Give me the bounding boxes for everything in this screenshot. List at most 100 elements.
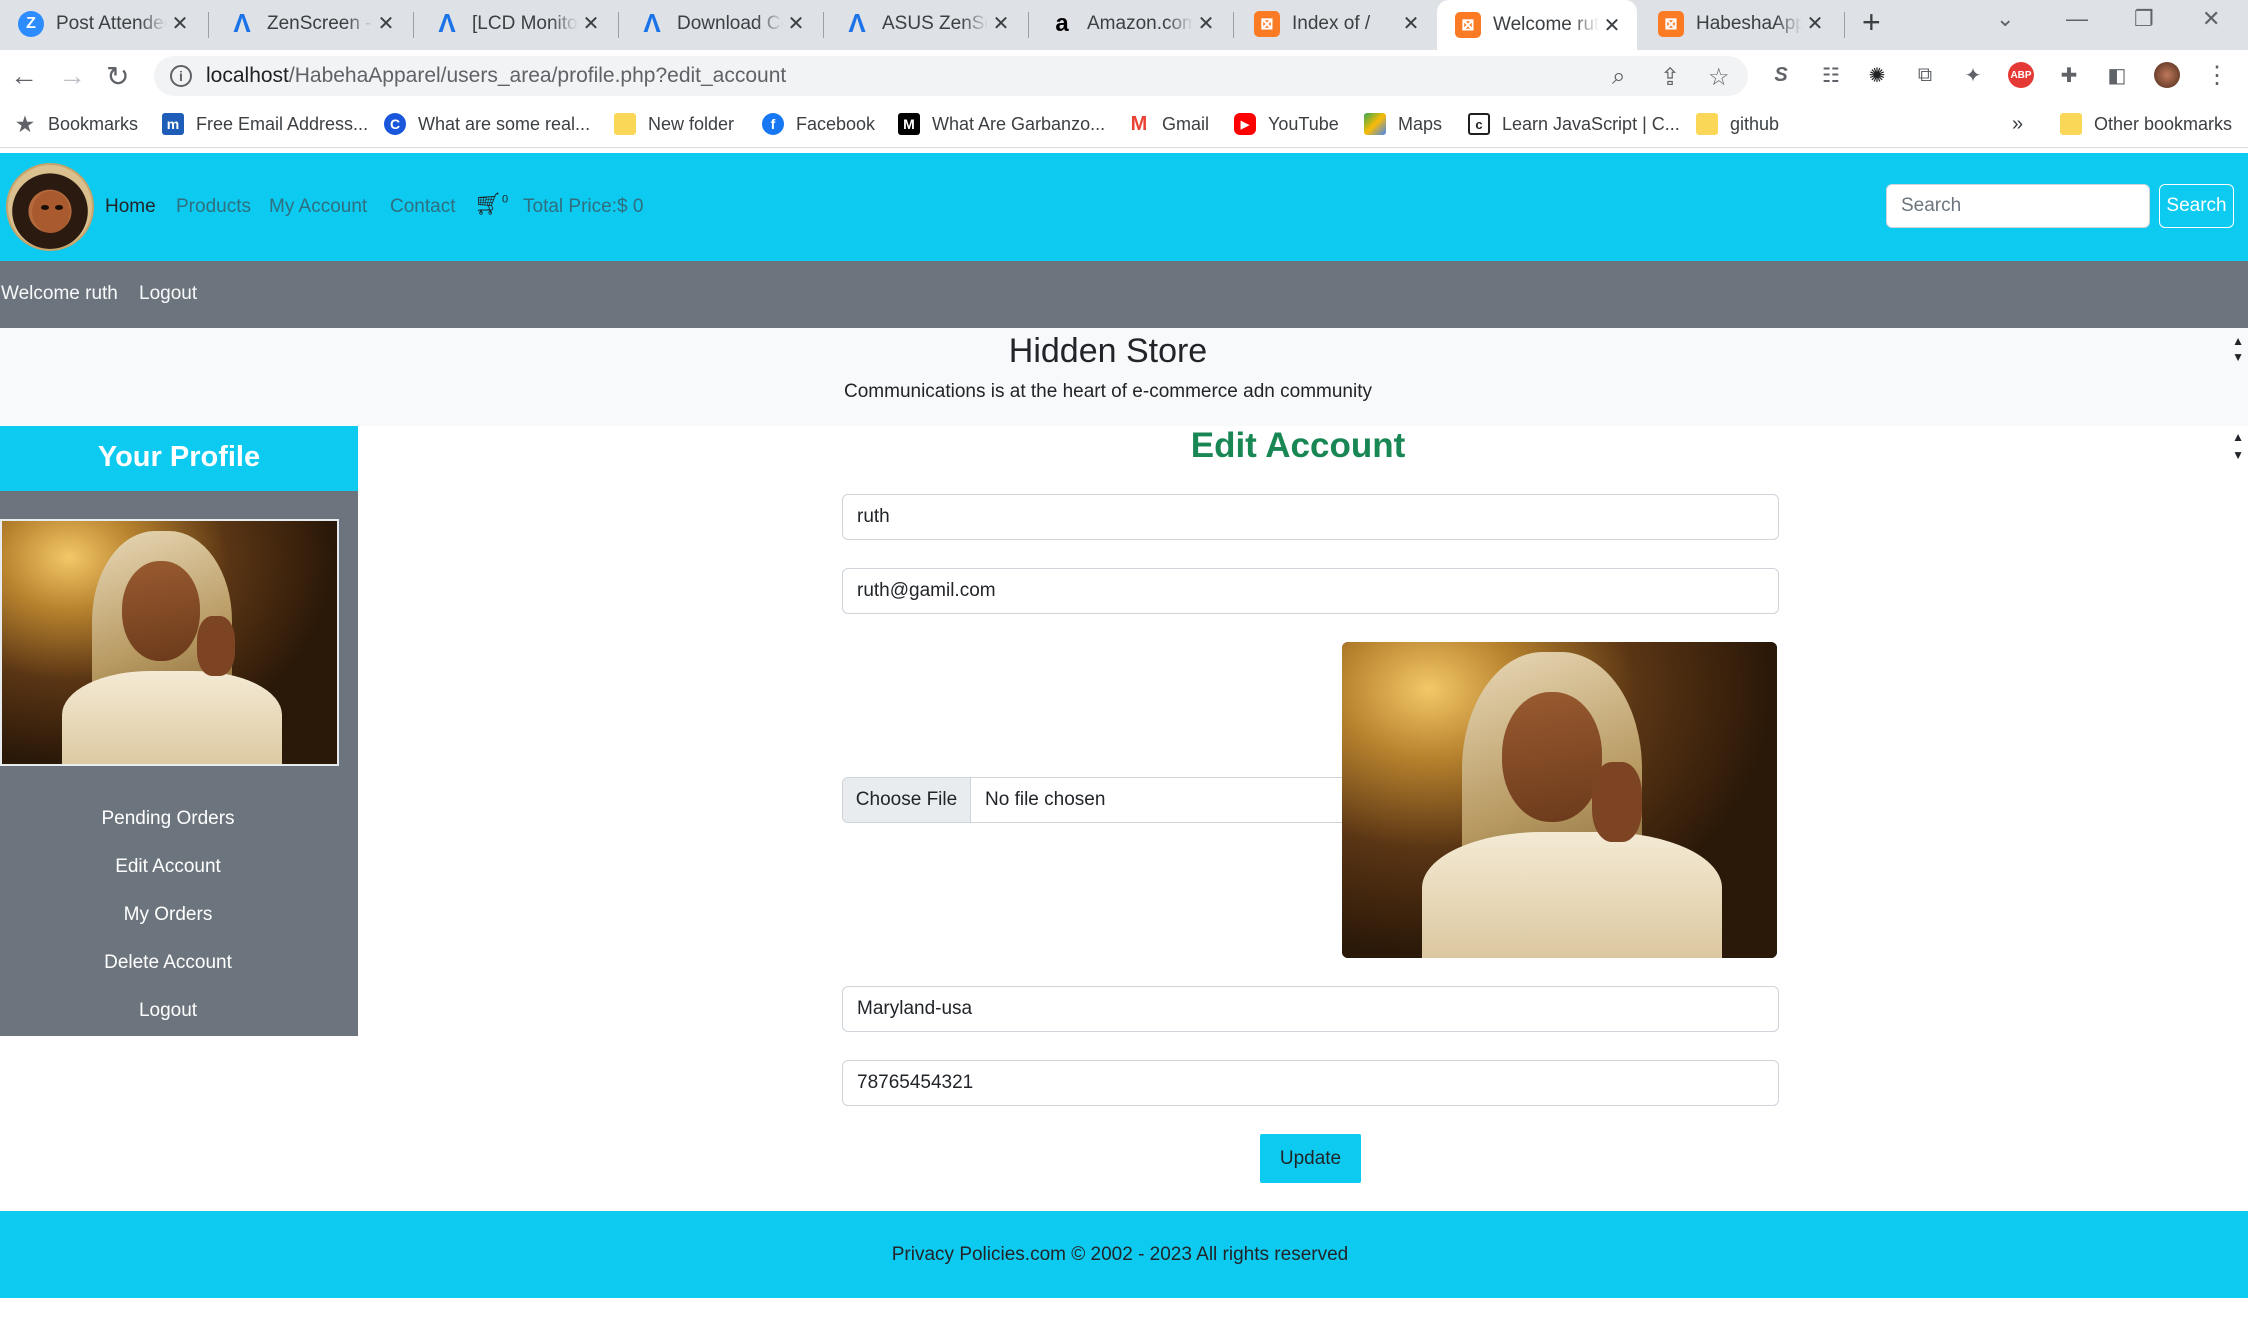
extension-gear-icon[interactable]: ✺ bbox=[1864, 62, 1890, 88]
tab-search-chevron-icon[interactable]: ⌄ bbox=[1996, 6, 2014, 32]
nav-home-link[interactable]: Home bbox=[105, 196, 156, 218]
browser-tab-bar: Z Post Attendee ✕ Λ ZenScreen - ASUS ✕ Λ… bbox=[0, 0, 2248, 50]
close-icon[interactable]: ✕ bbox=[373, 11, 399, 36]
close-icon[interactable]: ✕ bbox=[783, 11, 809, 36]
site-logo[interactable] bbox=[6, 163, 94, 251]
sidebar-link-logout[interactable]: Logout bbox=[0, 1000, 336, 1022]
search-button[interactable]: Search bbox=[2159, 184, 2234, 228]
sidebar-link-delete-account[interactable]: Delete Account bbox=[0, 952, 336, 974]
welcome-bar: Welcome ruth Logout bbox=[0, 261, 2248, 328]
bookmark-label: Free Email Address... bbox=[196, 113, 369, 134]
new-tab-icon[interactable]: + bbox=[1862, 4, 1881, 41]
bookmark-label: What Are Garbanzo... bbox=[932, 113, 1106, 134]
update-button[interactable]: Update bbox=[1260, 1134, 1361, 1183]
tab-title: HabeshaApparel bbox=[1696, 12, 1802, 34]
minimize-icon[interactable]: — bbox=[2066, 6, 2088, 32]
profile-avatar-icon[interactable] bbox=[2154, 62, 2180, 88]
footer-text: Privacy Policies.com © 2002 - 2023 All r… bbox=[891, 1244, 1349, 1265]
bookmark-item[interactable]: C What are some real... bbox=[384, 113, 590, 135]
address-field[interactable] bbox=[842, 986, 1779, 1032]
nav-contact-link[interactable]: Contact bbox=[390, 196, 455, 218]
browser-tab[interactable]: Λ [LCD Monitor] ✕ bbox=[416, 0, 616, 47]
scroll-up-arrow-icon[interactable]: ▲ bbox=[2232, 334, 2244, 348]
browser-tab[interactable]: a Amazon.com ✕ bbox=[1031, 0, 1231, 47]
store-title: Hidden Store bbox=[1008, 332, 1208, 370]
xampp-icon: ⊠ bbox=[1455, 12, 1481, 38]
address-bar[interactable]: i localhost/HabehaApparel/users_area/pro… bbox=[154, 56, 1748, 96]
tab-title: Amazon.com bbox=[1087, 12, 1193, 34]
other-bookmarks[interactable]: Other bookmarks bbox=[2060, 113, 2232, 135]
extensions-puzzle-icon[interactable]: ✚ bbox=[2056, 62, 2082, 88]
username-field[interactable] bbox=[842, 494, 1779, 540]
forward-arrow-icon[interactable]: → bbox=[58, 60, 86, 92]
bookmark-item[interactable]: ▶ YouTube bbox=[1234, 113, 1339, 135]
close-icon[interactable]: ✕ bbox=[988, 11, 1014, 36]
nav-my-account-link[interactable]: My Account bbox=[269, 196, 367, 218]
close-icon[interactable]: ✕ bbox=[167, 11, 193, 36]
email-field[interactable] bbox=[842, 568, 1779, 614]
bookmark-item[interactable]: M What Are Garbanzo... bbox=[898, 113, 1105, 135]
search-input[interactable] bbox=[1886, 184, 2150, 228]
store-subtitle: Communications is at the heart of e-comm… bbox=[844, 381, 1372, 402]
browser-tab[interactable]: Λ Download Center ✕ bbox=[621, 0, 821, 47]
welcome-logout-link[interactable]: Logout bbox=[139, 283, 197, 305]
bookmark-star-icon[interactable]: ☆ bbox=[1708, 63, 1730, 92]
bookmark-item[interactable]: github bbox=[1696, 113, 1779, 135]
close-icon[interactable]: ✕ bbox=[578, 11, 604, 36]
sidebar-link-pending-orders[interactable]: Pending Orders bbox=[0, 808, 336, 830]
cart-link[interactable]: 🛒︎0 bbox=[474, 191, 508, 217]
phone-field[interactable] bbox=[842, 1060, 1779, 1106]
bookmark-item[interactable]: New folder bbox=[614, 113, 734, 135]
bookmark-item[interactable]: m Free Email Address... bbox=[162, 113, 368, 135]
browser-tab[interactable]: ⊠ HabeshaApparel ✕ bbox=[1640, 0, 1840, 47]
close-icon[interactable]: ✕ bbox=[1398, 11, 1424, 36]
bookmark-item[interactable]: M Gmail bbox=[1128, 113, 1209, 135]
restore-icon[interactable]: ❐ bbox=[2134, 6, 2154, 32]
window-close-icon[interactable]: ✕ bbox=[2202, 6, 2220, 32]
bookmark-label: What are some real... bbox=[418, 113, 591, 134]
cart-icon: 🛒︎ bbox=[474, 191, 502, 216]
browser-tab[interactable]: Λ ZenScreen - ASUS ✕ bbox=[211, 0, 411, 47]
folder-icon bbox=[2060, 113, 2082, 135]
side-panel-icon[interactable]: ◧ bbox=[2104, 62, 2130, 88]
share-icon[interactable]: ⇪ bbox=[1660, 63, 1680, 92]
nav-total-price[interactable]: Total Price:$ 0 bbox=[523, 196, 643, 218]
sidebar-link-edit-account[interactable]: Edit Account bbox=[0, 856, 336, 878]
site-info-icon[interactable]: i bbox=[170, 65, 192, 87]
bookmarks-overflow-chevron-icon[interactable]: » bbox=[2012, 113, 2023, 136]
browser-tab-active[interactable]: ⊠ Welcome ruth ✕ bbox=[1437, 0, 1637, 50]
edit-account-title: Edit Account bbox=[1190, 426, 1406, 465]
sidebar-link-my-orders[interactable]: My Orders bbox=[0, 904, 336, 926]
url-text[interactable]: localhost/HabehaApparel/users_area/profi… bbox=[206, 64, 786, 88]
extension-bug-icon[interactable]: ✦ bbox=[1960, 62, 1986, 88]
asus-icon: Λ bbox=[233, 8, 251, 38]
image-file-input[interactable]: Choose File No file chosen bbox=[842, 777, 1344, 823]
back-arrow-icon[interactable]: ← bbox=[10, 60, 38, 92]
browser-tab[interactable]: Λ ASUS ZenScreen ✕ bbox=[826, 0, 1026, 47]
browser-tab[interactable]: Z Post Attendee ✕ bbox=[0, 0, 205, 47]
close-icon[interactable]: ✕ bbox=[1193, 11, 1219, 36]
site-footer: Privacy Policies.com © 2002 - 2023 All r… bbox=[0, 1211, 2248, 1298]
zoom-magnifier-icon[interactable]: ⌕ bbox=[1612, 63, 1625, 91]
close-icon[interactable]: ✕ bbox=[1599, 13, 1625, 38]
nav-products-link[interactable]: Products bbox=[176, 196, 251, 218]
bookmark-item[interactable]: c Learn JavaScript | C... bbox=[1468, 113, 1680, 135]
extension-s-icon[interactable]: S bbox=[1768, 62, 1794, 88]
extension-tree-icon[interactable]: ☷ bbox=[1818, 62, 1844, 88]
adblock-icon[interactable]: ABP bbox=[2008, 62, 2034, 88]
close-icon[interactable]: ✕ bbox=[1802, 11, 1828, 36]
browser-toolbar: ← → ↻ i localhost/HabehaApparel/users_ar… bbox=[0, 50, 2248, 102]
choose-file-button[interactable]: Choose File bbox=[843, 778, 971, 822]
browser-tab[interactable]: ⊠ Index of / ✕ bbox=[1236, 0, 1436, 47]
bookmark-item[interactable]: ★ Bookmarks bbox=[14, 113, 139, 136]
bookmark-label: Bookmarks bbox=[48, 113, 139, 134]
bookmark-item[interactable]: f Facebook bbox=[762, 113, 875, 135]
star-icon: ★ bbox=[16, 113, 34, 136]
scroll-down-arrow-icon[interactable]: ▼ bbox=[2232, 350, 2244, 364]
extension-copy-icon[interactable]: ⧉ bbox=[1912, 62, 1938, 88]
cart-count: 0 bbox=[501, 193, 509, 206]
amazon-icon: a bbox=[1055, 9, 1069, 37]
bookmark-item[interactable]: Maps bbox=[1364, 113, 1442, 135]
reload-icon[interactable]: ↻ bbox=[106, 60, 129, 93]
kebab-menu-icon[interactable]: ⋮ bbox=[2204, 62, 2230, 89]
